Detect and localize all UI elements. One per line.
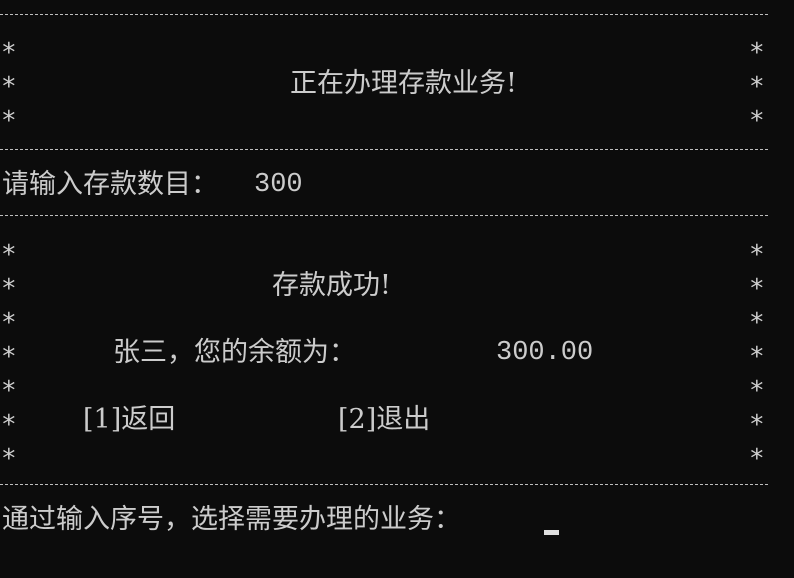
- border-star: *: [1, 410, 17, 440]
- balance-label: 张三，您的余额为：: [113, 337, 356, 368]
- border-star: *: [1, 240, 17, 270]
- border-star: *: [749, 308, 765, 338]
- border-star: *: [749, 444, 765, 474]
- menu-option-exit[interactable]: [2]退出: [338, 403, 430, 437]
- text-cursor[interactable]: [544, 530, 559, 535]
- border-star: *: [749, 274, 765, 304]
- border-star: *: [749, 240, 765, 270]
- console-window: * * * * * * 正在办理存款业务! 请输入存款数目： 300 * * *…: [0, 0, 794, 578]
- border-star: *: [1, 444, 17, 474]
- border-star: *: [749, 106, 765, 136]
- border-star: *: [1, 342, 17, 372]
- border-star: *: [1, 308, 17, 338]
- divider-banner-bottom: [0, 149, 768, 150]
- border-star: *: [1, 72, 17, 102]
- deposit-amount-label: 请输入存款数目：: [2, 169, 218, 200]
- border-star: *: [749, 72, 765, 102]
- border-star: *: [1, 38, 17, 68]
- border-star: *: [749, 376, 765, 406]
- border-star: *: [1, 106, 17, 136]
- business-select-prompt: 通过输入序号，选择需要办理的业务：: [2, 504, 461, 535]
- deposit-amount-input[interactable]: 300: [254, 168, 303, 202]
- balance-value: 300.00: [496, 338, 594, 368]
- banner-title: 正在办理存款业务!: [290, 68, 517, 99]
- border-star: *: [749, 38, 765, 68]
- divider-top: [0, 14, 768, 15]
- border-star: *: [749, 342, 765, 372]
- border-star: *: [749, 410, 765, 440]
- success-message: 存款成功!: [272, 270, 391, 301]
- border-star: *: [1, 274, 17, 304]
- border-star: *: [1, 376, 17, 406]
- divider-prompt-bottom: [0, 215, 768, 216]
- divider-result-bottom: [0, 484, 768, 485]
- menu-option-back[interactable]: [1]返回: [83, 403, 175, 437]
